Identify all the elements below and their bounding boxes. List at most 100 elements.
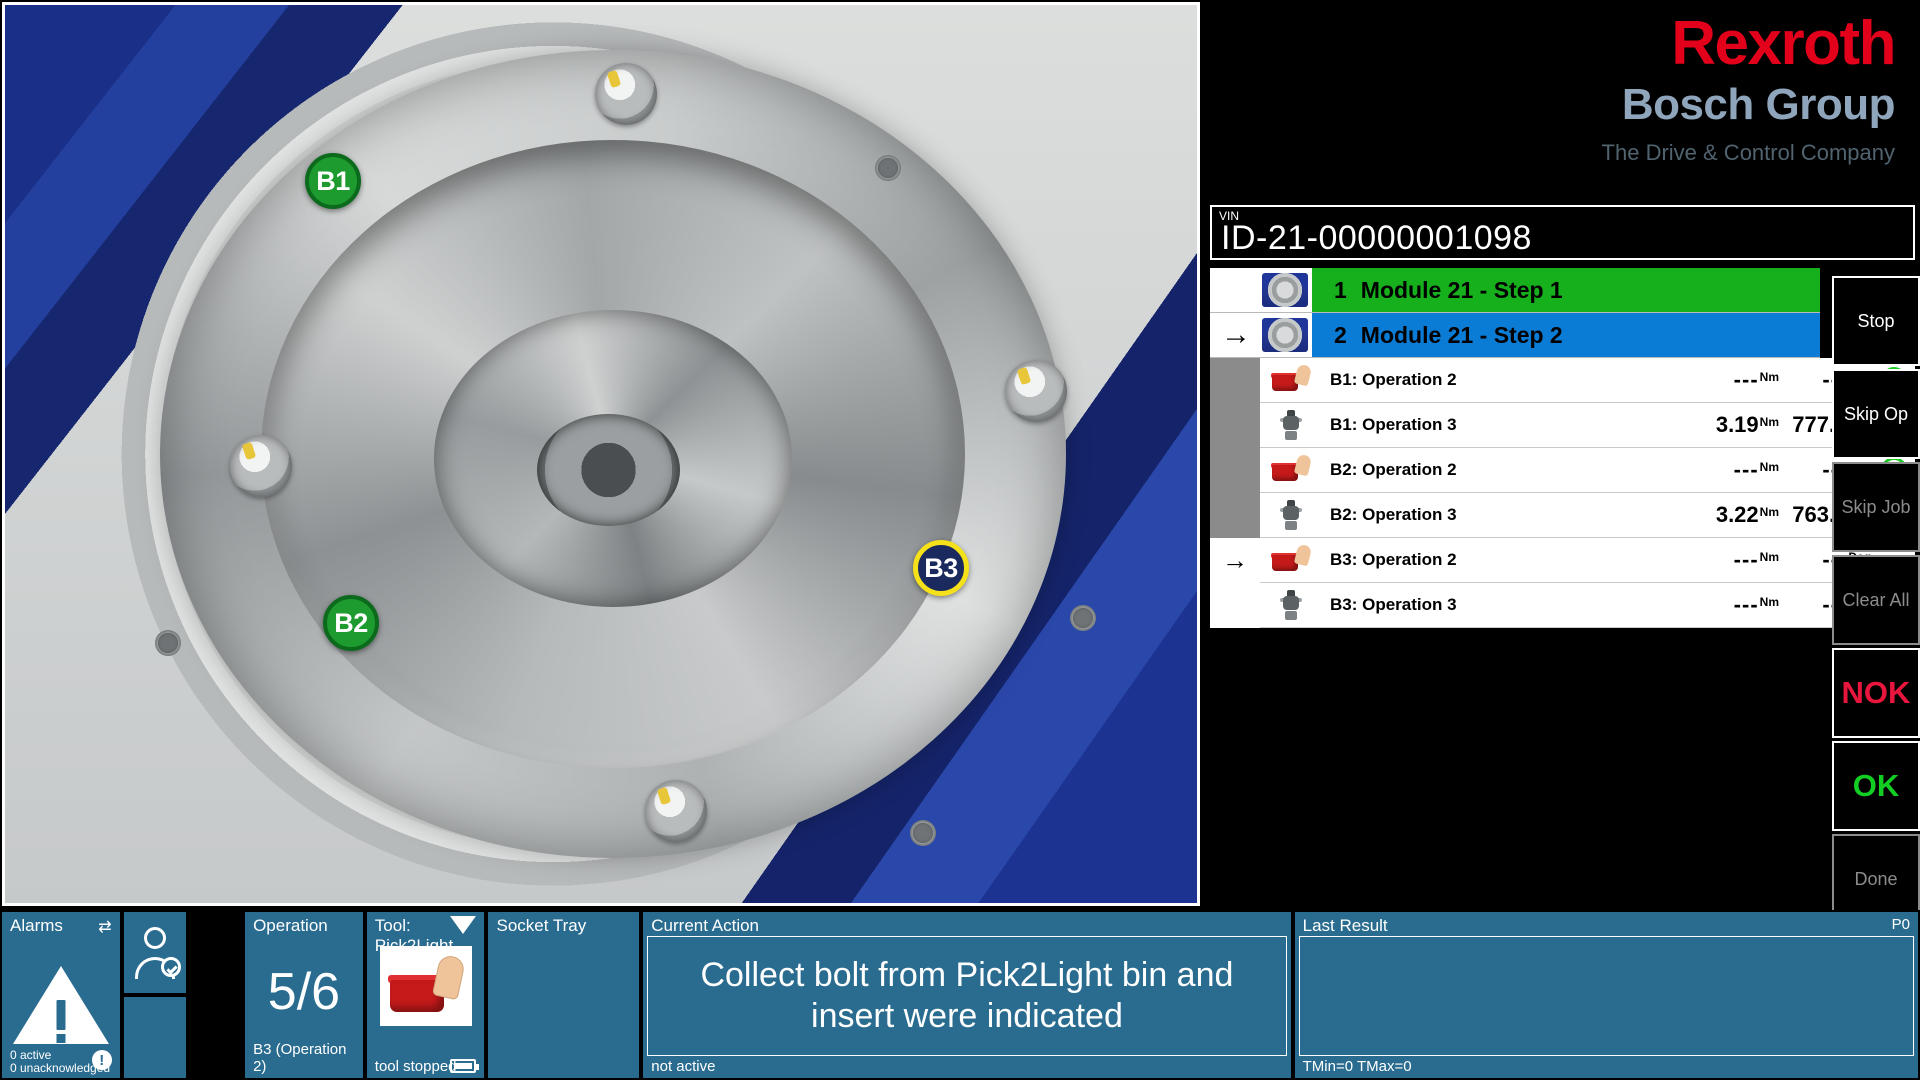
- current-action-title: Current Action: [651, 916, 760, 935]
- operation-torque-cell: ---Nm: [1689, 457, 1781, 483]
- alarms-tile[interactable]: Alarms ⇄ 0 active 0 unacknowledged !: [0, 910, 122, 1080]
- stop-button[interactable]: Stop: [1832, 276, 1920, 366]
- operation-tile-title: Operation: [253, 916, 328, 935]
- last-result-limits: TMin=0 TMax=0: [1302, 1058, 1412, 1075]
- ok-button[interactable]: OK: [1832, 741, 1920, 831]
- operation-torque-value: ---: [1733, 367, 1759, 392]
- operation-torque-value: ---: [1733, 457, 1759, 482]
- job-list: 1 Module 21 - Step 1 → 2 Module 21 - Ste…: [1210, 268, 1820, 358]
- operation-current-label: B3 (Operation 2): [253, 1041, 347, 1075]
- operation-row-current[interactable]: → B3: Operation 2 ---Nm ---Deg: [1210, 537, 1915, 583]
- screw-hole: [155, 630, 181, 656]
- last-result-badge: P0: [1891, 916, 1911, 933]
- camera-view[interactable]: B1 B2 B3: [2, 2, 1200, 906]
- operation-torque-value: ---: [1733, 592, 1759, 617]
- torque-unit: Nm: [1759, 504, 1779, 519]
- torque-unit: Nm: [1759, 369, 1779, 384]
- logo-rexroth-text: Rexroth: [1671, 9, 1896, 78]
- operation-arrow-gutter: [1210, 357, 1260, 403]
- operation-torque-cell: ---Nm: [1689, 592, 1781, 618]
- operation-arrow-gutter: [1210, 582, 1260, 628]
- bolt-marker-b2[interactable]: B2: [323, 595, 379, 651]
- job-thumbnail: [1262, 318, 1308, 352]
- operation-current-arrow-icon: →: [1210, 537, 1260, 583]
- main-area: B1 B2 B3 Rexroth Bosch Group The Drive &…: [0, 0, 1920, 924]
- job-title: Module 21 - Step 1: [1360, 276, 1563, 303]
- operation-row[interactable]: B2: Operation 2 ---Nm ---Deg: [1210, 447, 1915, 493]
- brand-logo: Rexroth Bosch Group The Drive & Control …: [1205, 0, 1920, 200]
- torque-unit: Nm: [1759, 594, 1779, 609]
- operation-name: B3: Operation 3: [1330, 595, 1457, 614]
- bolt-marker-b1-label: B1: [316, 165, 350, 196]
- operation-name: B2: Operation 3: [1330, 505, 1457, 524]
- operation-arrow-gutter: [1210, 492, 1260, 538]
- alarms-title: Alarms: [10, 916, 63, 935]
- job-row-1[interactable]: 1 Module 21 - Step 1: [1210, 268, 1820, 313]
- operation-torque-value: ---: [1733, 547, 1759, 572]
- job-thumbnail: [1262, 273, 1308, 307]
- job-row-2[interactable]: → 2 Module 21 - Step 2: [1210, 313, 1820, 358]
- operation-name: B1: Operation 2: [1330, 370, 1457, 389]
- tool-tile[interactable]: Tool: Pick2Light tool stopped: [364, 910, 487, 1080]
- job-bar-2: 2 Module 21 - Step 2: [1312, 313, 1820, 357]
- nutrunner-icon: [1260, 500, 1322, 530]
- nutrunner-icon: [1260, 410, 1322, 440]
- bolt-marker-b2-label: B2: [334, 607, 368, 638]
- hub-center: [536, 413, 680, 526]
- user-tile[interactable]: [121, 910, 244, 1080]
- screw-hole: [910, 820, 936, 846]
- pick-bin-icon: [1260, 543, 1322, 571]
- operation-tile: Operation 5/6 B3 (Operation 2): [243, 910, 365, 1080]
- operation-name: B3: Operation 2: [1330, 550, 1457, 569]
- logo-bosch-text: Bosch Group: [1621, 80, 1896, 129]
- torque-unit: Nm: [1759, 414, 1779, 429]
- torque-unit: Nm: [1759, 549, 1779, 564]
- operation-row[interactable]: B1: Operation 3 3.19Nm 777.0Deg: [1210, 402, 1915, 448]
- skip-job-button[interactable]: Skip Job: [1832, 462, 1920, 552]
- bolt-marker-b1[interactable]: B1: [305, 153, 361, 209]
- vin-field[interactable]: VIN ID-21-00000001098: [1210, 205, 1915, 260]
- operation-torque-cell: ---Nm: [1689, 367, 1781, 393]
- last-result-graph: [1298, 936, 1915, 1056]
- user-empty-quadrant[interactable]: [121, 995, 188, 1080]
- torque-unit: Nm: [1759, 459, 1779, 474]
- current-action-text: Collect bolt from Pick2Light bin and ins…: [700, 956, 1234, 1035]
- operation-torque-value: 3.19: [1715, 412, 1759, 437]
- user-logged-in-quadrant[interactable]: [121, 910, 188, 995]
- bolt-left: [230, 435, 292, 497]
- operation-name: B2: Operation 2: [1330, 460, 1457, 479]
- status-bar: Alarms ⇄ 0 active 0 unacknowledged ! Ope…: [0, 910, 1920, 1080]
- operation-torque-cell: 3.22Nm: [1689, 502, 1781, 528]
- job-current-arrow-icon: →: [1221, 318, 1251, 351]
- swap-arrows-icon[interactable]: ⇄: [98, 917, 111, 937]
- socket-tray-tile[interactable]: Socket Tray: [486, 910, 642, 1080]
- operation-row[interactable]: B1: Operation 2 ---Nm ---Deg: [1210, 357, 1915, 403]
- screw-hole: [875, 155, 901, 181]
- bolt-marker-b3[interactable]: B3: [913, 540, 969, 596]
- bolt-right: [1005, 360, 1067, 422]
- pick-bin-icon: [1260, 363, 1322, 391]
- clear-all-button[interactable]: Clear All: [1832, 555, 1920, 645]
- operation-counter: 5/6: [267, 963, 341, 1021]
- nok-button[interactable]: NOK: [1832, 648, 1920, 738]
- bolt-marker-b3-label: B3: [924, 552, 958, 583]
- operation-row[interactable]: B2: Operation 3 3.22Nm 763.0Deg: [1210, 492, 1915, 538]
- command-button-column: Stop Skip Op Skip Job Clear All NOK OK D…: [1832, 276, 1920, 927]
- last-result-title: Last Result: [1302, 916, 1388, 935]
- current-action-box: Collect bolt from Pick2Light bin and ins…: [647, 936, 1287, 1056]
- user-check-icon: [132, 926, 181, 979]
- tool-status: tool stopped: [374, 1058, 457, 1075]
- operation-name: B1: Operation 3: [1330, 415, 1457, 434]
- acknowledge-icon[interactable]: !: [91, 1050, 112, 1070]
- job-bar-1: 1 Module 21 - Step 1: [1312, 268, 1820, 312]
- operation-arrow-gutter: [1210, 402, 1260, 448]
- operation-row[interactable]: B3: Operation 3 ---Nm ---Deg: [1210, 582, 1915, 628]
- bolt-bottom: [645, 780, 707, 842]
- last-result-tile: Last Result P0 TMin=0 TMax=0: [1292, 910, 1920, 1080]
- operation-torque-cell: 3.19Nm: [1689, 412, 1781, 438]
- exclamation-mark-icon: [56, 1000, 66, 1043]
- info-panel: Rexroth Bosch Group The Drive & Control …: [1205, 0, 1920, 910]
- operation-arrow-gutter: [1210, 447, 1260, 493]
- vin-value: ID-21-00000001098: [1221, 219, 1532, 257]
- skip-op-button[interactable]: Skip Op: [1832, 369, 1920, 459]
